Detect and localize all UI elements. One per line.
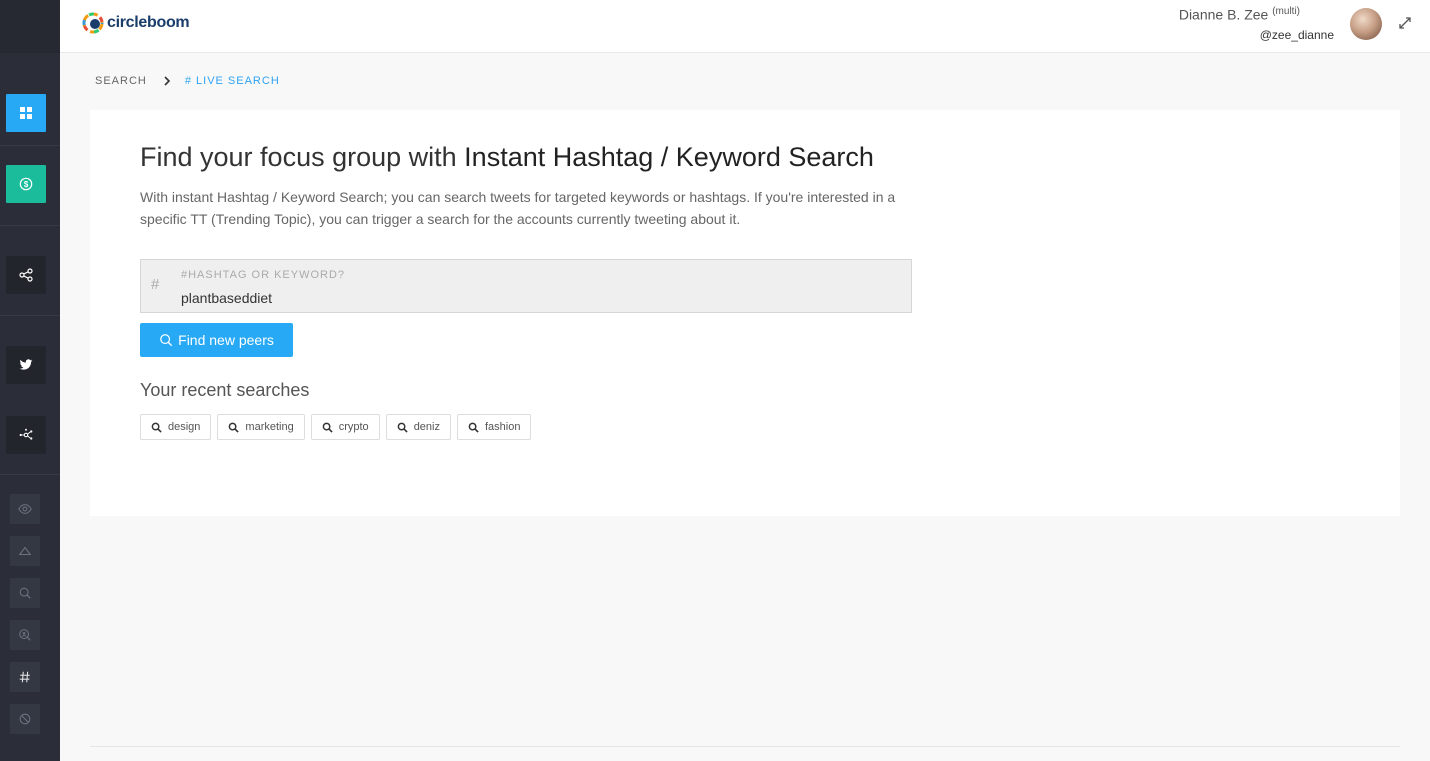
- recent-search-label: marketing: [245, 421, 294, 433]
- hash-prefix: #: [151, 276, 160, 293]
- zoom-user-icon: [19, 629, 31, 641]
- logo-text: circleboom: [107, 14, 190, 31]
- expand-icon[interactable]: [1398, 16, 1412, 30]
- svg-text:$: $: [24, 180, 29, 189]
- dollar-icon: $: [19, 177, 33, 191]
- recent-searches-list: design marketing crypto deniz fashion: [140, 414, 537, 440]
- breadcrumb-search[interactable]: SEARCH: [95, 75, 147, 87]
- recent-search-label: crypto: [338, 421, 369, 433]
- grid-icon: [20, 107, 32, 119]
- recent-search-chip[interactable]: fashion: [456, 414, 532, 440]
- sidebar-item-block[interactable]: [10, 704, 40, 734]
- user-name[interactable]: Dianne B. Zee (multi): [1179, 6, 1300, 23]
- circleboom-logo-icon: [82, 12, 104, 34]
- page-title-bold: Instant Hashtag / Keyword Search: [464, 142, 874, 172]
- footer-divider: [90, 746, 1400, 747]
- sidebar-item-hashtag[interactable]: [10, 662, 40, 692]
- network-icon: [19, 428, 33, 440]
- sidebar-item-search-users[interactable]: [10, 620, 40, 650]
- search-icon: [160, 334, 173, 347]
- search-card: Find your focus group with Instant Hasht…: [90, 110, 1400, 516]
- recent-search-chip[interactable]: design: [140, 414, 212, 440]
- search-icon: [468, 422, 479, 433]
- search-field-label: #HASHTAG OR KEYWORD?: [181, 269, 346, 281]
- sidebar: $: [0, 0, 60, 761]
- sidebar-item-dashboard[interactable]: [6, 94, 46, 132]
- avatar[interactable]: [1350, 8, 1382, 40]
- sidebar-item-home[interactable]: [10, 536, 40, 566]
- recent-search-label: deniz: [413, 421, 440, 433]
- page-description: With instant Hashtag / Keyword Search; y…: [140, 189, 896, 227]
- sidebar-item-search[interactable]: [10, 578, 40, 608]
- user-name-text: Dianne B. Zee: [1178, 6, 1269, 23]
- block-icon: [19, 713, 31, 725]
- page-title-light: Find your focus group with: [140, 142, 465, 172]
- logo[interactable]: circleboom: [82, 12, 190, 34]
- find-new-peers-label: Find new peers: [178, 332, 274, 348]
- recent-searches-title: Your recent searches: [140, 380, 310, 400]
- search-icon: [397, 422, 408, 433]
- hashtag-search-input[interactable]: [181, 290, 881, 306]
- sidebar-item-network[interactable]: [6, 416, 46, 454]
- sidebar-top: [0, 0, 60, 53]
- recent-search-label: design: [168, 421, 201, 433]
- breadcrumb: SEARCH # LIVE SEARCH: [95, 75, 280, 87]
- chevron-right-icon: [164, 76, 170, 86]
- account-badge: (multi): [1272, 6, 1300, 17]
- recent-search-label: fashion: [484, 421, 521, 433]
- search-icon: [229, 422, 240, 433]
- eye-icon: [18, 504, 32, 514]
- share-icon: [19, 268, 33, 282]
- page-title: Find your focus group with Instant Hasht…: [140, 142, 874, 173]
- user-handle: @zee_dianne: [1259, 28, 1334, 42]
- recent-search-chip[interactable]: crypto: [310, 414, 380, 440]
- hashtag-icon: [19, 671, 30, 683]
- search-icon: [151, 422, 162, 433]
- recent-search-chip[interactable]: deniz: [385, 414, 451, 440]
- hashtag-search-field[interactable]: # #HASHTAG OR KEYWORD?: [140, 259, 912, 313]
- sidebar-item-share[interactable]: [6, 256, 46, 294]
- top-header: circleboom Dianne B. Zee (multi) @zee_di…: [60, 0, 1430, 53]
- twitter-icon: [19, 359, 33, 370]
- sidebar-item-watch[interactable]: [10, 494, 40, 524]
- search-icon: [19, 587, 31, 599]
- sidebar-item-twitter[interactable]: [6, 346, 46, 384]
- breadcrumb-live-search[interactable]: # LIVE SEARCH: [185, 75, 280, 87]
- find-new-peers-button[interactable]: Find new peers: [140, 323, 293, 357]
- search-icon: [322, 422, 333, 433]
- home-icon: [18, 546, 32, 556]
- recent-search-chip[interactable]: marketing: [217, 414, 305, 440]
- sidebar-item-pricing[interactable]: $: [6, 165, 46, 203]
